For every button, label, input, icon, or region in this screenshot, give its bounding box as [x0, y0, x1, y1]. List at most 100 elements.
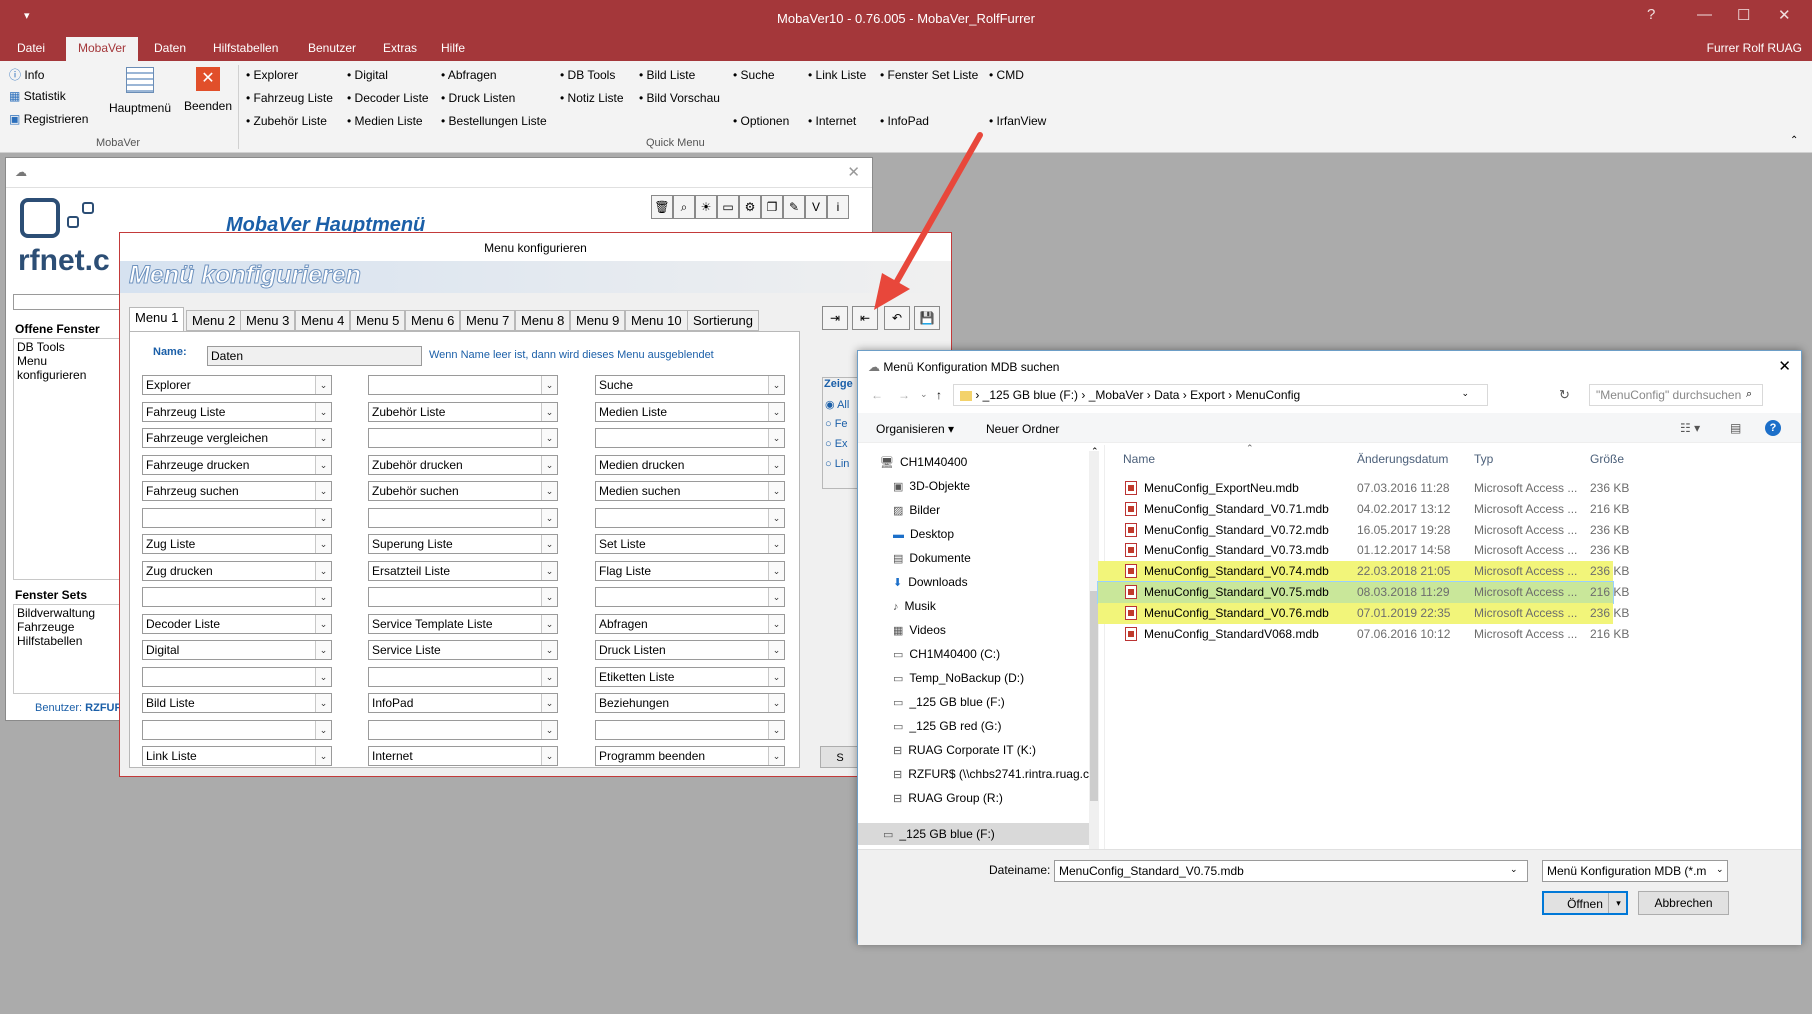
menu-item-select[interactable]: ⌄ [368, 587, 558, 607]
menu-item-select[interactable]: ⌄ [142, 719, 332, 740]
chevron-down-icon[interactable]: ⌄ [768, 561, 784, 580]
filename-input[interactable]: MenuConfig_Standard_V0.75.mdb [1054, 860, 1528, 882]
chevron-down-icon[interactable]: ⌄ [315, 588, 331, 606]
menu-item-select[interactable]: Zubehör Liste ⌄ [368, 401, 558, 422]
view-options-icon[interactable]: ☷ ▾ [1680, 421, 1700, 435]
chevron-down-icon[interactable]: ⌄ [315, 667, 331, 686]
radio-all[interactable]: ◉ All [825, 398, 849, 411]
chevron-down-icon[interactable]: ⌄ [541, 747, 557, 765]
menu-item-select[interactable]: ⌄ [368, 507, 558, 528]
tab-menu-1[interactable]: Menu 1 [129, 307, 185, 332]
nav-item[interactable]: ♪ Musik [893, 599, 936, 613]
tab-menu-10[interactable]: Menu 10 [625, 310, 688, 331]
chevron-down-icon[interactable]: ⌄ [315, 535, 331, 553]
tab-menu-7[interactable]: Menu 7 [460, 310, 516, 331]
filter-dropdown-icon[interactable]: ⌄ [1716, 864, 1724, 875]
quick-bild-liste[interactable]: • Bild Liste [639, 68, 695, 82]
nav-item[interactable]: ⊟ RZFUR$ (\\chbs2741.rintra.ruag.c [893, 767, 1089, 781]
cancel-button[interactable]: Abbrechen [1638, 891, 1729, 915]
chevron-down-icon[interactable]: ⌄ [768, 508, 784, 527]
chevron-down-icon[interactable]: ⌄ [768, 429, 784, 447]
search-icon[interactable]: ⌕ [1746, 388, 1752, 401]
trash-icon[interactable]: 🗑 [651, 195, 673, 219]
quick-notiz-liste[interactable]: • Notiz Liste [560, 91, 624, 105]
menu-item-select[interactable]: Ersatzteil Liste ⌄ [368, 560, 558, 581]
quick-medien-liste[interactable]: • Medien Liste [347, 114, 423, 128]
menu-item-select[interactable]: Fahrzeuge drucken ⌄ [142, 454, 332, 475]
chevron-down-icon[interactable]: ⌄ [541, 720, 557, 739]
radio-ex[interactable]: ○ Ex [825, 438, 848, 450]
chevron-down-icon[interactable]: ⌄ [541, 455, 557, 474]
chevron-down-icon[interactable]: ⌄ [768, 720, 784, 739]
quick-optionen[interactable]: • Optionen [733, 114, 789, 128]
nav-item[interactable]: ▬ Desktop [893, 527, 954, 541]
menu-item-select[interactable]: ⌄ [595, 428, 785, 448]
side-s-button[interactable]: S [820, 746, 860, 768]
chevron-down-icon[interactable]: ⌄ [768, 455, 784, 474]
menu-item-select[interactable]: Set Liste ⌄ [595, 534, 785, 554]
chevron-down-icon[interactable]: ⌄ [768, 402, 784, 421]
chevron-down-icon[interactable]: ⌄ [768, 747, 784, 765]
menu-daten[interactable]: Daten [154, 41, 186, 55]
organize-button[interactable]: Organisieren ▾ [876, 422, 954, 436]
filter-select[interactable]: Menü Konfiguration MDB (*.m [1542, 860, 1728, 882]
menu-item-select[interactable]: Service Template Liste ⌄ [368, 613, 558, 634]
file-row[interactable]: MenuConfig_Standard_V0.71.mdb 04.02.2017 … [1123, 499, 1629, 520]
list-item[interactable]: Bildverwaltung [17, 606, 119, 620]
quick-suche[interactable]: • Suche [733, 68, 775, 82]
windows-icon[interactable]: ❐ [761, 195, 783, 219]
quick-zubehor-liste[interactable]: • Zubehör Liste [246, 114, 327, 128]
menu-item-select[interactable]: Flag Liste ⌄ [595, 560, 785, 581]
col-date[interactable]: Änderungsdatum [1357, 452, 1448, 466]
menu-item-select[interactable]: Medien drucken ⌄ [595, 454, 785, 475]
name-input[interactable]: Daten [207, 346, 422, 366]
chevron-down-icon[interactable]: ⌄ [768, 482, 784, 500]
menu-item-select[interactable]: Medien suchen ⌄ [595, 481, 785, 501]
nav-scrollbar-thumb[interactable] [1090, 591, 1098, 801]
menu-item-select[interactable]: ⌄ [142, 587, 332, 607]
nav-item[interactable]: ▤ Dokumente [893, 551, 971, 565]
search-icon[interactable]: ⌕ [673, 195, 695, 219]
radio-fe[interactable]: ○ Fe [825, 418, 848, 430]
ribbon-statistik[interactable]: ▦ Statistik [9, 89, 66, 103]
nav-item[interactable]: ▨ Bilder [893, 503, 940, 517]
pencil-icon[interactable]: ✎ [783, 195, 805, 219]
search-input[interactable]: "MenuConfig" durchsuchen [1589, 384, 1763, 406]
history-chevron-icon[interactable]: ⌄ [920, 389, 928, 400]
nav-item[interactable]: ⬇ Downloads [893, 575, 968, 589]
export-icon[interactable]: ⇥ [822, 306, 848, 330]
menu-item-select[interactable]: ⌄ [142, 666, 332, 687]
menu-item-select[interactable]: Zubehör drucken ⌄ [368, 454, 558, 475]
file-row[interactable]: MenuConfig_Standard_V0.75.mdb 08.03.2018 … [1097, 581, 1629, 604]
back-icon[interactable]: ← [871, 388, 883, 402]
open-dropdown-icon[interactable]: ▾ [1608, 893, 1628, 913]
nav-item[interactable]: ▦ Videos [893, 623, 946, 637]
tab-sortierung[interactable]: Sortierung [687, 310, 759, 331]
ribbon-info[interactable]: ⓘ Info [9, 66, 44, 83]
forward-icon[interactable]: → [898, 388, 910, 402]
col-type[interactable]: Typ [1474, 452, 1493, 466]
quick-bild-vorschau[interactable]: • Bild Vorschau [639, 91, 720, 105]
menu-hilfstabellen[interactable]: Hilfstabellen [213, 41, 278, 55]
new-folder-button[interactable]: Neuer Ordner [986, 422, 1059, 436]
file-row[interactable]: MenuConfig_StandardV068.mdb 07.06.2016 10… [1123, 624, 1629, 645]
sun-icon[interactable]: ☀ [695, 195, 717, 219]
help-icon[interactable]: ? [1765, 420, 1781, 436]
menu-item-select[interactable]: Suche ⌄ [595, 375, 785, 395]
chevron-down-icon[interactable]: ⌄ [315, 429, 331, 447]
chevron-down-icon[interactable]: ⌄ [541, 535, 557, 553]
quick-db-tools[interactable]: • DB Tools [560, 68, 615, 82]
quick-druck-listen[interactable]: • Druck Listen [441, 91, 515, 105]
chevron-down-icon[interactable]: ⌄ [541, 376, 557, 394]
chevron-down-icon[interactable]: ⌄ [768, 376, 784, 394]
file-row[interactable]: MenuConfig_Standard_V0.74.mdb 22.03.2018 … [1098, 561, 1629, 583]
radio-lin[interactable]: ○ Lin [825, 458, 849, 470]
nav-item[interactable]: ▣ 3D-Objekte [893, 479, 970, 493]
tab-menu-3[interactable]: Menu 3 [240, 310, 296, 331]
chevron-down-icon[interactable]: ⌄ [315, 720, 331, 739]
nav-item[interactable]: 🖥 CH1M40400 [880, 455, 967, 469]
hauptmenu-button[interactable]: Hauptmenü [105, 67, 175, 115]
menu-item-select[interactable]: Internet ⌄ [368, 746, 558, 766]
menu-item-select[interactable]: Superung Liste ⌄ [368, 534, 558, 554]
nav-scrollbar[interactable] [1089, 451, 1099, 849]
